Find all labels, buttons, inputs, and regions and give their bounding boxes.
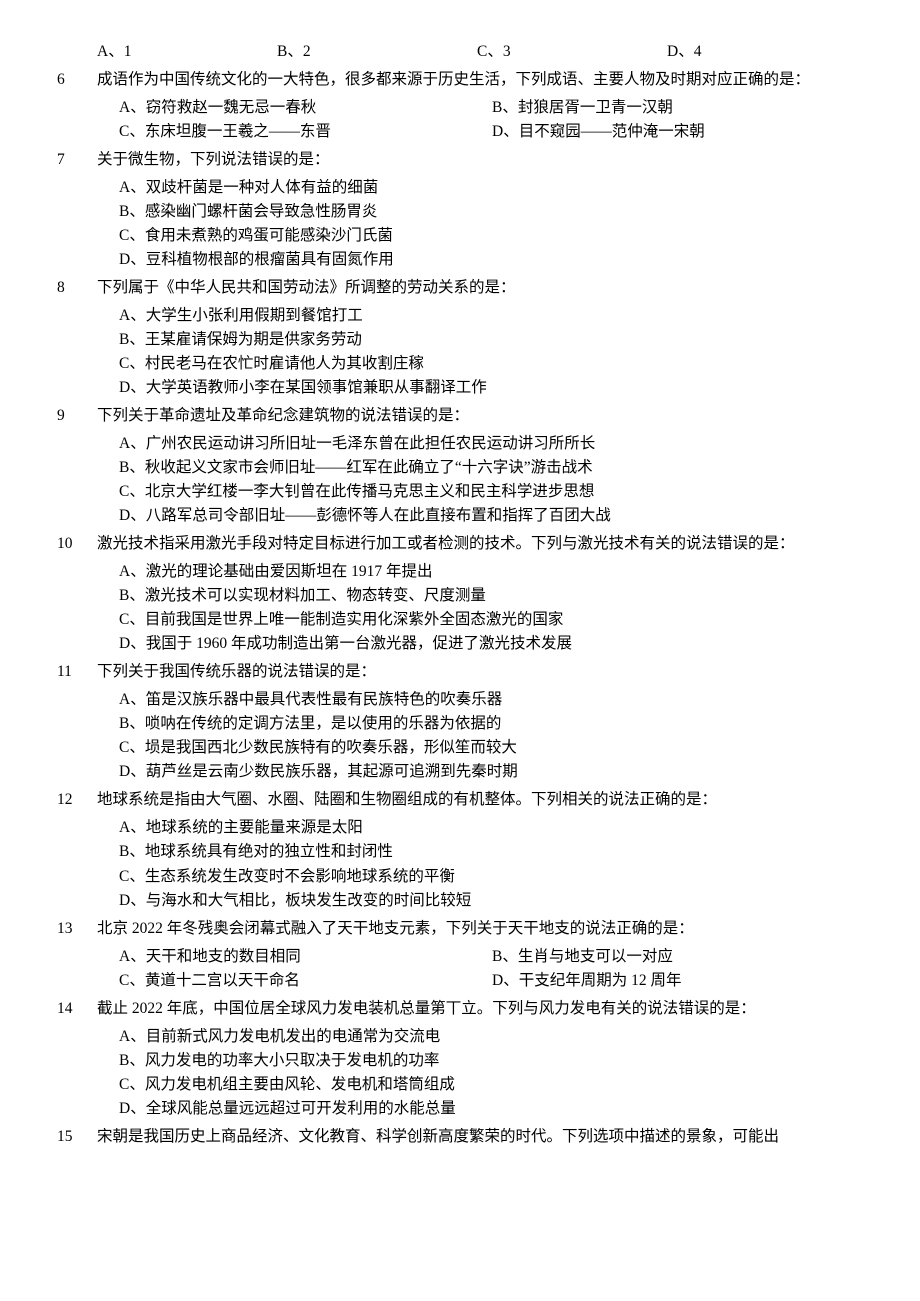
question-stem: 激光技术指采用激光手段对特定目标进行加工或者检测的技术。下列与激光技术有关的说法…: [97, 532, 865, 556]
question-number: 7: [55, 148, 97, 172]
question-number: 11: [55, 660, 97, 684]
option-d: D、大学英语教师小李在某国领事馆兼职从事翻译工作: [119, 376, 865, 400]
option-row-4col: A、1 B、2 C、3 D、4: [97, 40, 865, 64]
option-b: B、2: [277, 40, 477, 64]
question-number: 8: [55, 276, 97, 300]
option-a: A、地球系统的主要能量来源是太阳: [119, 816, 865, 840]
option-c: C、风力发电机组主要由风轮、发电机和塔筒组成: [119, 1073, 865, 1097]
question-stem: 地球系统是指由大气圈、水圈、陆圈和生物圈组成的有机整体。下列相关的说法正确的是：: [97, 788, 865, 812]
question-number: 14: [55, 997, 97, 1021]
option-a: A、广州农民运动讲习所旧址一毛泽东曾在此担任农民运动讲习所所长: [119, 432, 865, 456]
option-a: A、目前新式风力发电机发出的电通常为交流电: [119, 1025, 865, 1049]
option-a: A、大学生小张利用假期到餐馆打工: [119, 304, 865, 328]
option-b: B、王某雇请保姆为期是供家务劳动: [119, 328, 865, 352]
option-b: B、秋收起义文家市会师旧址——红军在此确立了“十六字诀”游击战术: [119, 456, 865, 480]
question-12: 12 地球系统是指由大气圈、水圈、陆圈和生物圈组成的有机整体。下列相关的说法正确…: [55, 788, 865, 912]
option-a: A、笛是汉族乐器中最具代表性最有民族特色的吹奏乐器: [119, 688, 865, 712]
option-d: D、4: [667, 40, 865, 64]
question-8: 8 下列属于《中华人民共和国劳动法》所调整的劳动关系的是： A、大学生小张利用假…: [55, 276, 865, 400]
option-d: D、目不窥园——范仲淹一宋朝: [492, 120, 865, 144]
question-stem: 北京 2022 年冬残奥会闭幕式融入了天干地支元素，下列关于天干地支的说法正确的…: [97, 917, 865, 941]
option-d: D、葫芦丝是云南少数民族乐器，其起源可追溯到先秦时期: [119, 760, 865, 784]
option-d: D、与海水和大气相比，板块发生改变的时间比较短: [119, 889, 865, 913]
option-c: C、3: [477, 40, 667, 64]
question-stem: 下列关于我国传统乐器的说法错误的是：: [97, 660, 865, 684]
question-15: 15 宋朝是我国历史上商品经济、文化教育、科学创新高度繁荣的时代。下列选项中描述…: [55, 1125, 865, 1153]
question-stem: 下列属于《中华人民共和国劳动法》所调整的劳动关系的是：: [97, 276, 865, 300]
question-number: 9: [55, 404, 97, 428]
question-14: 14 截止 2022 年底，中国位居全球风力发电装机总量第丅立。下列与风力发电有…: [55, 997, 865, 1121]
question-number: 15: [55, 1125, 97, 1149]
question-6: 6 成语作为中国传统文化的一大特色，很多都来源于历史生活，下列成语、主要人物及时…: [55, 68, 865, 144]
option-a: A、1: [97, 40, 277, 64]
question-number: 13: [55, 917, 97, 941]
option-c: C、北京大学红楼一李大钊曾在此传播马克思主义和民主科学进步思想: [119, 480, 865, 504]
question-number: 6: [55, 68, 97, 92]
option-a: A、双歧杆菌是一种对人体有益的细菌: [119, 176, 865, 200]
question-10: 10 激光技术指采用激光手段对特定目标进行加工或者检测的技术。下列与激光技术有关…: [55, 532, 865, 656]
option-d: D、豆科植物根部的根瘤菌具有固氮作用: [119, 248, 865, 272]
option-c: C、埙是我国西北少数民族特有的吹奏乐器，形似笙而较大: [119, 736, 865, 760]
question-7: 7 关于微生物，下列说法错误的是： A、双歧杆菌是一种对人体有益的细菌 B、感染…: [55, 148, 865, 272]
option-a: A、激光的理论基础由爱因斯坦在 1917 年提出: [119, 560, 865, 584]
question-stem: 宋朝是我国历史上商品经济、文化教育、科学创新高度繁荣的时代。下列选项中描述的景象…: [97, 1125, 865, 1149]
question-number: 12: [55, 788, 97, 812]
option-b: B、唢呐在传统的定调方法里，是以使用的乐器为依据的: [119, 712, 865, 736]
option-d: D、我国于 1960 年成功制造出第一台激光器，促进了激光技术发展: [119, 632, 865, 656]
option-d: D、全球风能总量远远超过可开发利用的水能总量: [119, 1097, 865, 1121]
option-d: D、干支纪年周期为 12 周年: [492, 969, 865, 993]
question-5-options: A、1 B、2 C、3 D、4: [55, 40, 865, 64]
option-c: C、黄道十二宫以天干命名: [119, 969, 492, 993]
question-stem: 下列关于革命遗址及革命纪念建筑物的说法错误的是：: [97, 404, 865, 428]
option-c: C、目前我国是世界上唯一能制造实用化深紫外全固态激光的国家: [119, 608, 865, 632]
option-row: C、黄道十二宫以天干命名 D、干支纪年周期为 12 周年: [119, 969, 865, 993]
option-row: A、天干和地支的数目相同 B、生肖与地支可以一对应: [119, 945, 865, 969]
option-a: A、窃符救赵一魏无忌一春秋: [119, 96, 492, 120]
question-9: 9 下列关于革命遗址及革命纪念建筑物的说法错误的是： A、广州农民运动讲习所旧址…: [55, 404, 865, 528]
option-b: B、风力发电的功率大小只取决于发电机的功率: [119, 1049, 865, 1073]
option-d: D、八路军总司令部旧址——彭德怀等人在此直接布置和指挥了百团大战: [119, 504, 865, 528]
question-stem: 截止 2022 年底，中国位居全球风力发电装机总量第丅立。下列与风力发电有关的说…: [97, 997, 865, 1021]
option-b: B、封狼居胥一卫青一汉朝: [492, 96, 865, 120]
question-stem: 关于微生物，下列说法错误的是：: [97, 148, 865, 172]
option-row: C、东床坦腹一王羲之——东晋 D、目不窥园——范仲淹一宋朝: [119, 120, 865, 144]
question-number: 10: [55, 532, 97, 556]
option-c: C、食用未煮熟的鸡蛋可能感染沙门氏菌: [119, 224, 865, 248]
question-11: 11 下列关于我国传统乐器的说法错误的是： A、笛是汉族乐器中最具代表性最有民族…: [55, 660, 865, 784]
option-b: B、生肖与地支可以一对应: [492, 945, 865, 969]
question-13: 13 北京 2022 年冬残奥会闭幕式融入了天干地支元素，下列关于天干地支的说法…: [55, 917, 865, 993]
question-stem: 成语作为中国传统文化的一大特色，很多都来源于历史生活，下列成语、主要人物及时期对…: [97, 68, 865, 92]
option-b: B、激光技术可以实现材料加工、物态转变、尺度测量: [119, 584, 865, 608]
option-c: C、村民老马在农忙时雇请他人为其收割庄稼: [119, 352, 865, 376]
option-b: B、感染幽门螺杆菌会导致急性肠胃炎: [119, 200, 865, 224]
option-c: C、东床坦腹一王羲之——东晋: [119, 120, 492, 144]
option-b: B、地球系统具有绝对的独立性和封闭性: [119, 840, 865, 864]
option-a: A、天干和地支的数目相同: [119, 945, 492, 969]
option-row: A、窃符救赵一魏无忌一春秋 B、封狼居胥一卫青一汉朝: [119, 96, 865, 120]
option-c: C、生态系统发生改变时不会影响地球系统的平衡: [119, 865, 865, 889]
